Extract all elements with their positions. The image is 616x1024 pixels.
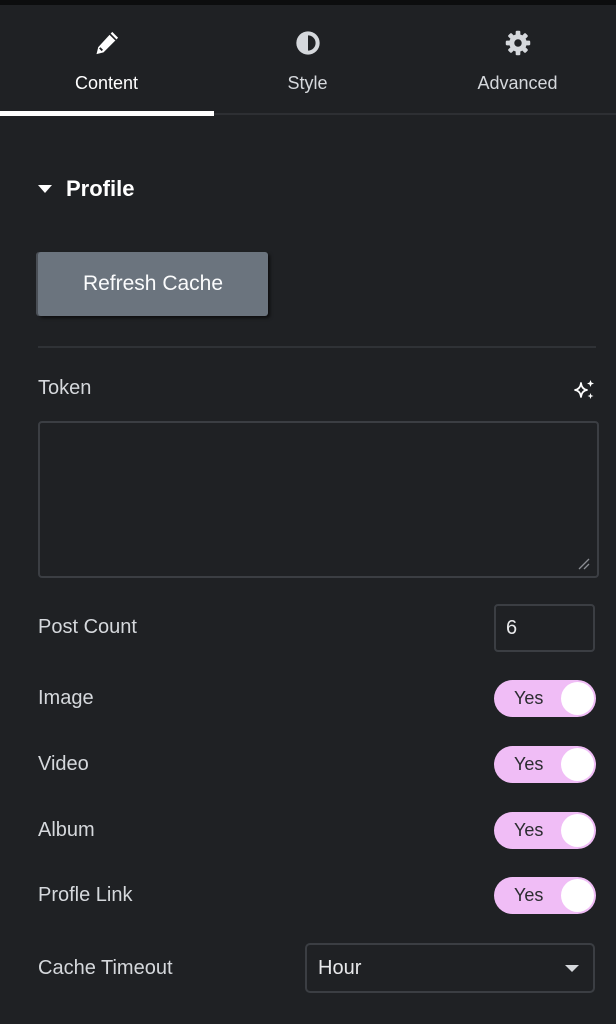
token-textarea[interactable] bbox=[38, 421, 599, 578]
toggle-state: Yes bbox=[514, 885, 544, 905]
profile-link-toggle[interactable]: Yes bbox=[494, 877, 596, 914]
chevron-down-icon bbox=[565, 965, 579, 972]
toggle-state: Yes bbox=[514, 754, 544, 774]
post-count-input[interactable] bbox=[494, 604, 595, 652]
tab-content-label: Content bbox=[74, 73, 139, 93]
post-count-label: Post Count bbox=[38, 616, 137, 638]
cache-timeout-select[interactable]: Hour bbox=[305, 943, 595, 993]
album-toggle[interactable]: Yes bbox=[494, 812, 596, 849]
gear-icon bbox=[505, 30, 530, 56]
video-label: Video bbox=[38, 753, 89, 775]
toggle-knob bbox=[561, 879, 594, 912]
divider bbox=[38, 346, 596, 348]
image-label: Image bbox=[38, 687, 94, 709]
profile-link-label: Profle Link bbox=[38, 884, 133, 906]
sparkle-icon[interactable] bbox=[572, 378, 596, 402]
half-circle-icon bbox=[295, 31, 320, 55]
toggle-knob bbox=[561, 682, 594, 715]
video-toggle[interactable]: Yes bbox=[494, 746, 596, 783]
toggle-state: Yes bbox=[514, 820, 544, 840]
tab-style[interactable]: Style bbox=[205, 5, 410, 113]
tab-advanced[interactable]: Advanced bbox=[415, 5, 616, 113]
active-tab-indicator bbox=[0, 111, 214, 116]
cache-timeout-label: Cache Timeout bbox=[38, 957, 173, 979]
image-toggle[interactable]: Yes bbox=[494, 680, 596, 717]
tab-advanced-label: Advanced bbox=[477, 73, 558, 93]
panel-tabs: Content Style Advanced bbox=[0, 5, 616, 116]
toggle-knob bbox=[561, 814, 594, 847]
caret-down-icon bbox=[38, 185, 52, 193]
album-label: Album bbox=[38, 819, 95, 841]
tab-style-label: Style bbox=[287, 73, 328, 93]
resize-handle-icon[interactable] bbox=[578, 558, 590, 570]
cache-timeout-value: Hour bbox=[318, 957, 362, 979]
tab-content[interactable]: Content bbox=[4, 5, 209, 113]
refresh-cache-button[interactable]: Refresh Cache bbox=[38, 252, 268, 316]
toggle-state: Yes bbox=[514, 688, 544, 708]
token-label: Token bbox=[38, 377, 92, 399]
pencil-icon bbox=[96, 31, 118, 55]
section-profile-header[interactable]: Profile bbox=[38, 174, 134, 204]
section-title: Profile bbox=[66, 176, 135, 201]
toggle-knob bbox=[561, 748, 594, 781]
